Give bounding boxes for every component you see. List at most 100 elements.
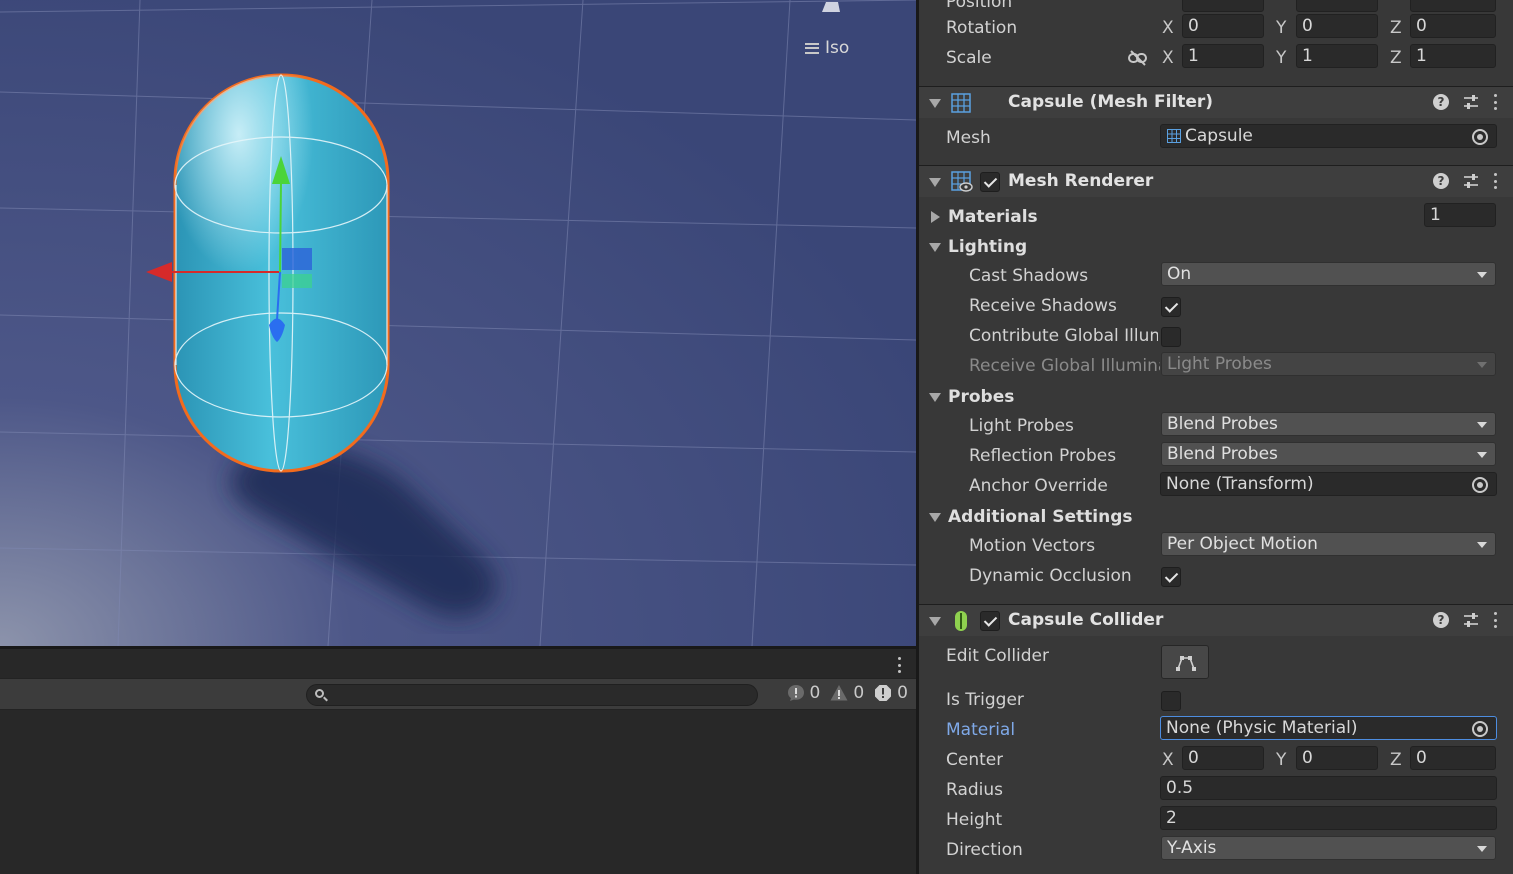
center-z-axis-label: Z — [1390, 750, 1402, 770]
additional-settings-row[interactable]: Additional Settings — [919, 503, 1513, 533]
radius-field[interactable]: 0.5 — [1160, 776, 1497, 800]
receive-shadows-checkbox[interactable] — [1161, 297, 1181, 317]
light-probes-value: Blend Probes — [1167, 414, 1278, 434]
light-probes-dropdown[interactable]: Blend Probes — [1161, 412, 1496, 436]
receive-shadows-row: Receive Shadows — [919, 292, 1513, 322]
rotation-y-field[interactable]: 0 — [1296, 14, 1378, 38]
help-icon[interactable]: ? — [1433, 173, 1449, 189]
center-x-axis-label: X — [1162, 750, 1174, 770]
materials-size-field[interactable]: 1 — [1424, 203, 1496, 227]
console-search-input[interactable] — [306, 684, 758, 706]
console-tab-bar — [0, 646, 916, 678]
capsule-collider-enabled-checkbox[interactable] — [980, 611, 1000, 631]
anchor-override-field[interactable]: None (Transform) — [1160, 472, 1497, 496]
materials-label: Materials — [948, 207, 1038, 227]
presets-icon[interactable] — [1463, 173, 1479, 189]
position-y-field[interactable] — [1296, 0, 1378, 12]
center-x-field[interactable]: 0 — [1182, 746, 1264, 770]
scale-z-field[interactable]: 1 — [1410, 44, 1496, 68]
position-z-field[interactable] — [1410, 0, 1496, 12]
height-label: Height — [946, 810, 1003, 830]
motion-vectors-dropdown[interactable]: Per Object Motion — [1161, 532, 1496, 556]
context-menu-icon[interactable] — [1493, 173, 1497, 189]
dropdown-arrow-icon — [1477, 272, 1487, 278]
dropdown-arrow-icon — [1477, 362, 1487, 368]
mesh-renderer-enabled-checkbox[interactable] — [980, 172, 1000, 192]
rotation-z-field[interactable]: 0 — [1410, 14, 1496, 38]
constrain-proportions-icon[interactable] — [1128, 50, 1148, 66]
scene-view[interactable]: Iso — [0, 0, 916, 646]
dynamic-occlusion-checkbox[interactable] — [1161, 567, 1181, 587]
foldout-arrow-icon[interactable] — [929, 99, 941, 108]
foldout-arrow-icon[interactable] — [929, 617, 941, 626]
reflection-probes-value: Blend Probes — [1167, 444, 1278, 464]
center-z-field[interactable]: 0 — [1410, 746, 1496, 770]
contribute-gi-checkbox[interactable] — [1161, 327, 1181, 347]
cast-shadows-row: Cast Shadows On — [919, 262, 1513, 292]
height-field[interactable]: 2 — [1160, 806, 1497, 830]
reflection-probes-label: Reflection Probes — [969, 446, 1117, 466]
cast-shadows-dropdown[interactable]: On — [1161, 262, 1496, 286]
mesh-renderer-header[interactable]: Mesh Renderer ? — [919, 165, 1513, 197]
context-menu-icon[interactable] — [1493, 94, 1497, 110]
scale-y-field[interactable]: 1 — [1296, 44, 1378, 68]
capsule-collider-header[interactable]: Capsule Collider ? — [919, 604, 1513, 636]
object-picker-icon[interactable] — [1472, 129, 1488, 145]
motion-vectors-label: Motion Vectors — [969, 536, 1096, 556]
rotation-x-field[interactable]: 0 — [1182, 14, 1264, 38]
object-picker-icon[interactable] — [1472, 477, 1488, 493]
dynamic-occlusion-label: Dynamic Occlusion — [969, 566, 1132, 586]
lighting-row[interactable]: Lighting — [919, 233, 1513, 263]
info-icon — [787, 685, 804, 701]
material-field[interactable]: None (Physic Material) — [1160, 716, 1497, 740]
console-menu-icon[interactable] — [896, 657, 902, 673]
edit-collider-icon — [1176, 656, 1196, 671]
materials-row[interactable]: Materials 1 — [919, 203, 1513, 233]
foldout-arrow-icon[interactable] — [929, 243, 941, 252]
direction-dropdown[interactable]: Y-Axis — [1161, 836, 1496, 860]
mesh-renderer-title: Mesh Renderer — [1008, 171, 1154, 191]
foldout-arrow-icon[interactable] — [929, 178, 941, 187]
cast-shadows-value: On — [1167, 264, 1192, 284]
help-icon[interactable]: ? — [1433, 612, 1449, 628]
foldout-arrow-icon[interactable] — [929, 393, 941, 402]
direction-value: Y-Axis — [1167, 838, 1217, 858]
reflection-probes-dropdown[interactable]: Blend Probes — [1161, 442, 1496, 466]
mesh-filter-header[interactable]: Capsule (Mesh Filter) ? — [919, 86, 1513, 118]
rotation-label: Rotation — [946, 18, 1018, 38]
scene-canvas[interactable] — [0, 0, 916, 646]
object-picker-icon[interactable] — [1472, 721, 1488, 737]
presets-icon[interactable] — [1463, 612, 1479, 628]
is-trigger-checkbox[interactable] — [1161, 691, 1181, 711]
center-row: Center X 0 Y 0 Z 0 — [919, 746, 1513, 776]
foldout-arrow-icon[interactable] — [931, 211, 940, 223]
receive-gi-dropdown: Light Probes — [1161, 352, 1496, 376]
probes-row[interactable]: Probes — [919, 383, 1513, 413]
anchor-override-value: None (Transform) — [1166, 474, 1314, 494]
edit-collider-row: Edit Collider — [919, 642, 1513, 672]
view-mode-toggle[interactable]: Iso — [805, 38, 849, 58]
inspector-panel: Position Rotation X 0 Y 0 Z 0 Scale X 1 … — [916, 0, 1513, 874]
presets-icon[interactable] — [1463, 94, 1479, 110]
rotation-y-axis-label: Y — [1276, 18, 1287, 38]
mesh-renderer-icon — [951, 171, 973, 192]
mesh-filter-title: Capsule (Mesh Filter) — [1008, 92, 1214, 112]
help-icon[interactable]: ? — [1433, 94, 1449, 110]
dropdown-arrow-icon — [1477, 846, 1487, 852]
foldout-arrow-icon[interactable] — [929, 513, 941, 522]
receive-shadows-label: Receive Shadows — [969, 296, 1117, 316]
motion-vectors-value: Per Object Motion — [1167, 534, 1318, 554]
console-panel: 0 0 0 — [0, 646, 916, 874]
material-label: Material — [946, 720, 1016, 740]
center-y-field[interactable]: 0 — [1296, 746, 1378, 770]
position-x-field[interactable] — [1182, 0, 1264, 12]
context-menu-icon[interactable] — [1493, 612, 1497, 628]
edit-collider-button[interactable] — [1161, 645, 1209, 679]
warning-count-toggle[interactable]: 0 — [830, 683, 864, 703]
scale-x-field[interactable]: 1 — [1182, 44, 1264, 68]
log-count-toggle[interactable]: 0 — [787, 683, 820, 703]
anchor-override-label: Anchor Override — [969, 476, 1108, 496]
error-count-toggle[interactable]: 0 — [874, 683, 908, 703]
mesh-field[interactable]: Capsule — [1160, 124, 1497, 148]
view-mode-label: Iso — [825, 38, 850, 58]
